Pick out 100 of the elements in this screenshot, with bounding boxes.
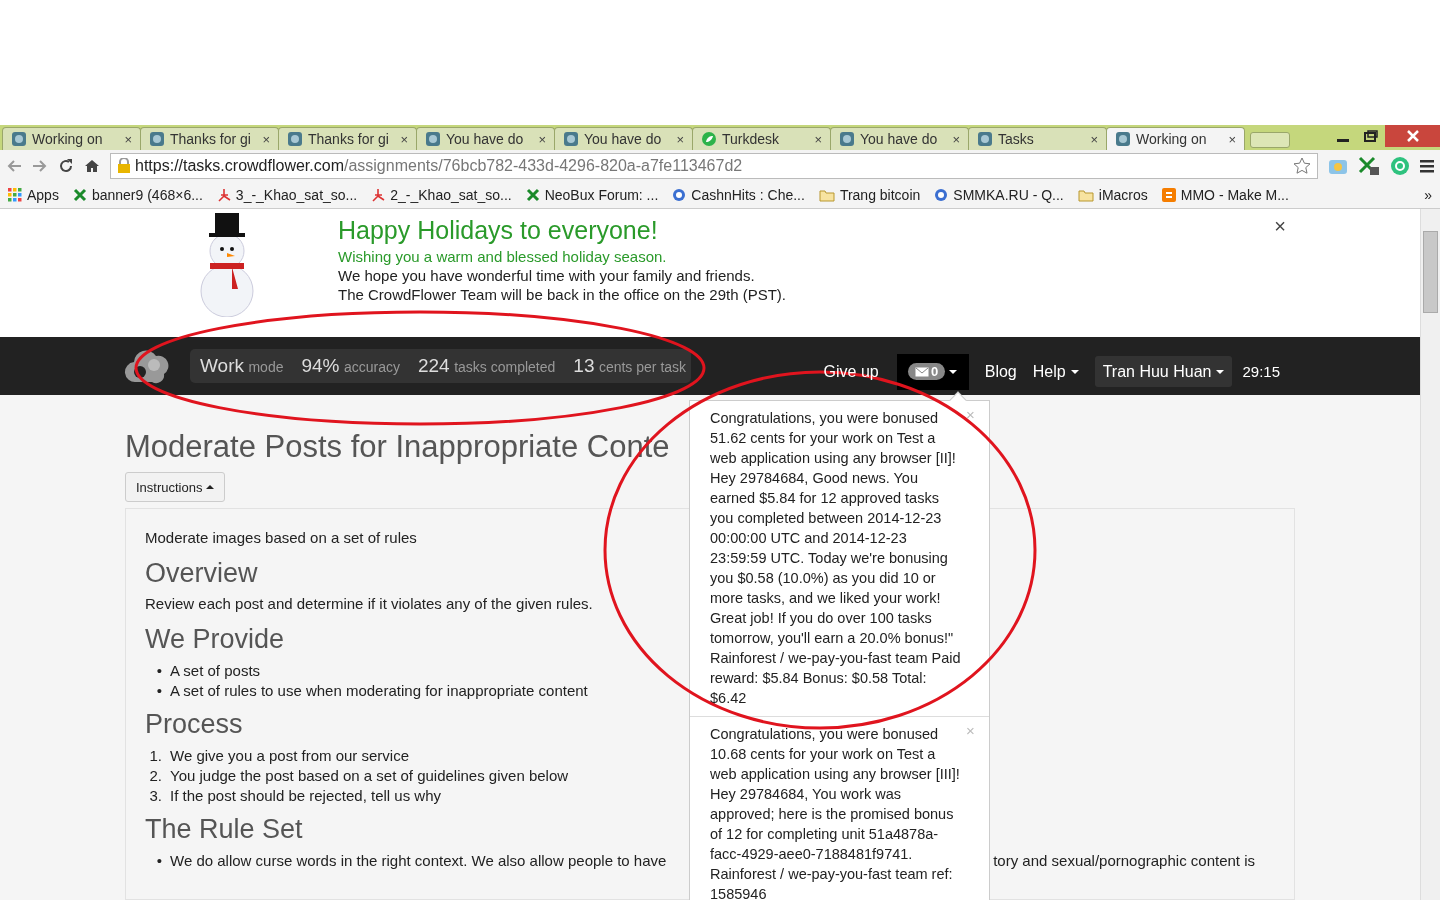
banner-text: The CrowdFlower Team will be back in the office on the 29th (PST). (338, 285, 786, 304)
caret-icon (1070, 369, 1079, 374)
stat-text: 13 cents per task (573, 354, 687, 377)
section-heading: The Rule Set (145, 814, 303, 845)
browser-tab[interactable]: Tasks × (968, 127, 1107, 150)
nav-link[interactable]: Tran Huu Huan (1094, 356, 1233, 388)
globe-icon (977, 131, 993, 147)
nav-link[interactable]: Blog (976, 356, 1025, 388)
reload-icon[interactable] (58, 158, 74, 174)
bookmark-item[interactable]: SMMKA.RU - Q... (934, 187, 1064, 203)
browser-tab[interactable]: Thanks for gi × (278, 127, 417, 150)
warning-lock-icon (117, 158, 131, 174)
blog-icon (1161, 188, 1176, 202)
menu-icon[interactable] (1420, 159, 1434, 173)
bookmark-item[interactable]: Apps (8, 187, 59, 203)
browser-tab[interactable]: Working on × (2, 127, 141, 150)
banner-text: We hope you have wonderful time with your family and friends. (338, 266, 756, 285)
notification-text: Congratulations, you were bonused 10.68 cents for your work on Test a web application using any browser [III]! Hey 29784684, You work was approved; here is the promised bonus of 12 for completing unit 51a4878a-facc-4929-aee0-7188481f9741. Rainforest / we-pay-you-fast team ref: 1585946 (710, 725, 961, 900)
globe-icon (425, 131, 441, 147)
tab-title: Thanks for gi (170, 131, 252, 147)
globe-icon (287, 131, 303, 147)
tab-title: Tasks (998, 131, 1035, 147)
browser-tab[interactable]: Thanks for gi × (140, 127, 279, 150)
close-icon[interactable]: × (124, 131, 132, 147)
nav-link[interactable]: Help (1024, 356, 1087, 388)
close-icon[interactable]: × (676, 131, 684, 147)
list-item: You judge the post based on a set of guidelines given below (170, 766, 569, 786)
banner-subtitle: Wishing you a warm and blessed holiday season. (338, 247, 668, 266)
caret-icon (1216, 369, 1225, 374)
banner-title: Happy Holidays to everyone! (338, 215, 659, 246)
intro-text: Moderate images based on a set of rules (145, 529, 417, 546)
close-icon[interactable]: × (1090, 131, 1098, 147)
list-marker: 1. (148, 746, 162, 766)
bookmark-item[interactable]: 3_-_Khao_sat_so... (216, 187, 358, 203)
tab-title: Turkdesk (722, 131, 781, 147)
list-item: A set of posts (170, 661, 261, 681)
list-marker: • (155, 661, 162, 681)
browser-tab[interactable]: You have do × (830, 127, 969, 150)
bookmark-item[interactable]: banner9 (468×6... (72, 187, 203, 203)
list-marker: 2. (148, 766, 162, 786)
url-text: https://tasks.crowdflower.com/assignments/76bcb782-433d-4296-820a-a7fe113467d2 (135, 157, 743, 175)
close-icon[interactable]: × (400, 131, 408, 147)
back-icon[interactable] (6, 159, 22, 173)
grid-icon (8, 188, 22, 202)
close-icon[interactable]: × (1228, 131, 1236, 147)
leaf-icon (701, 131, 717, 147)
globe-icon (839, 131, 855, 147)
close-button[interactable]: × (1274, 215, 1286, 238)
browser-tab[interactable]: Turkdesk × (692, 127, 831, 150)
star-icon[interactable] (1293, 157, 1311, 175)
bookmark-item[interactable]: iMacros (1077, 187, 1148, 203)
notification-text: Congratulations, you were bonused 51.62 cents for your work on Test a web application using any browser [II]! Hey 29784684, Good news. You earned $5.84 for 12 approved tasks you completed between 2014-12-23 00:00:00 UTC and 2014-12-23 23:59:59 UTC. Today we're bonusing you $0.58 (10.0%) as you did 10 or more tasks, and we liked your work! Great job! If you do over 100 tasks tomorrow, you'll earn a 20.0% bonus!" Rainforest / we-pay-you-fast team Paid reward: $5.84 Bonus: $0.58 Total: $6.42 (710, 409, 962, 708)
list-item: If the post should be rejected, tell us why (170, 786, 441, 806)
address-bar[interactable]: https://tasks.crowdflower.com/assignments/76bcb782-433d-4296-820a-a7fe113467d2 (110, 153, 1318, 179)
close-icon[interactable]: × (538, 131, 546, 147)
list-item: A set of rules to use when moderating for inappropriate content (170, 681, 588, 701)
close-icon[interactable]: × (814, 131, 822, 147)
bookmark-item[interactable]: MMO - Make M... (1161, 187, 1289, 203)
list-item-text: tory and sexual/pornographic content is (993, 851, 1255, 871)
tab-title: You have do (860, 131, 939, 147)
instructions-button[interactable]: Instructions (125, 472, 226, 502)
browser-tab[interactable]: You have do × (416, 127, 555, 150)
section-heading: Overview (145, 558, 258, 589)
close-icon[interactable]: × (952, 131, 960, 147)
stat-text: 94% accuracy (301, 354, 400, 377)
folder-icon (818, 188, 835, 202)
pdf-icon (216, 188, 231, 202)
stat-text: Work mode (200, 354, 284, 377)
list-marker: 3. (148, 786, 162, 806)
globe-icon (563, 131, 579, 147)
bookmark-item[interactable]: 2_-_Khao_sat_so... (371, 187, 512, 203)
bookmark-item[interactable]: Trang bitcoin (818, 187, 921, 203)
section-heading: We Provide (145, 624, 285, 655)
close-icon[interactable] (1385, 125, 1440, 147)
list-marker: • (155, 851, 162, 871)
timer-text: 29:15 (1242, 363, 1280, 381)
more-bookmarks-button[interactable]: » (1424, 187, 1432, 203)
tab-title: Working on (32, 131, 104, 147)
tab-title: You have do (446, 131, 525, 147)
bookmark-item[interactable]: CashnHits : Che... (672, 187, 805, 203)
cross-icon[interactable] (1358, 156, 1380, 176)
list-item: We give you a post from our service (170, 746, 409, 766)
tab-title: Thanks for gi (308, 131, 390, 147)
bookmark-item[interactable]: NeoBux Forum: ... (525, 187, 659, 203)
forward-icon[interactable] (32, 159, 48, 173)
home-icon[interactable] (84, 158, 100, 174)
paragraph-text: Review each post and determine if it violates any of the given rules. (145, 595, 593, 612)
scrollbar[interactable] (1420, 209, 1440, 900)
browser-tab[interactable]: Working on × (1106, 127, 1245, 150)
tab-title: You have do (584, 131, 663, 147)
close-icon[interactable]: × (262, 131, 270, 147)
globe-icon (149, 131, 165, 147)
circle-icon (672, 188, 687, 202)
stat-text: 224 tasks completed (418, 354, 556, 377)
browser-tab[interactable]: You have do × (554, 127, 693, 150)
cross-icon (525, 188, 540, 202)
section-heading: Process (145, 709, 243, 740)
tab-title: Working on (1136, 131, 1208, 147)
globe-icon (1115, 131, 1131, 147)
messages-button[interactable]: 0 (896, 353, 969, 390)
